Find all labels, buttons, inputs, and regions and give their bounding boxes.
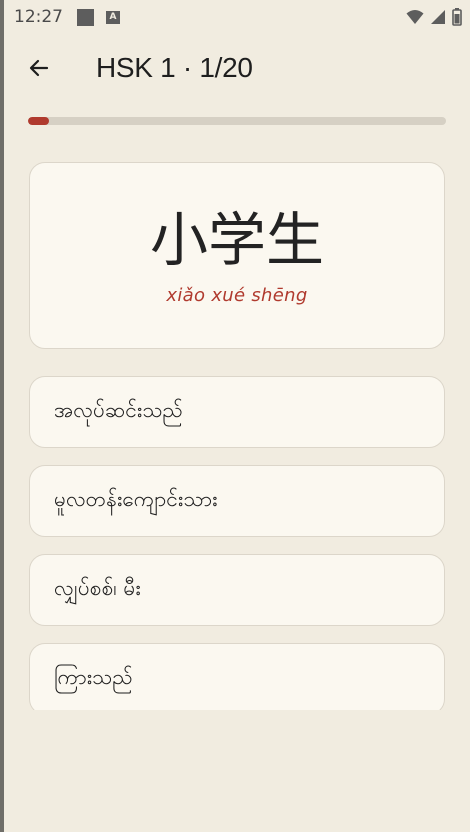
status-icons	[406, 8, 462, 26]
back-button[interactable]	[15, 44, 63, 92]
progress-bar	[28, 117, 446, 125]
status-time: 12:27	[14, 7, 63, 27]
app-bar: HSK 1 · 1/20	[4, 40, 470, 96]
battery-icon	[452, 8, 462, 26]
cell-signal-icon	[431, 10, 445, 24]
arrow-left-icon	[29, 59, 49, 77]
hanzi-text: 小学生	[149, 206, 324, 274]
answer-option-1[interactable]: အလုပ်ဆင်းသည်	[29, 376, 445, 448]
answer-option-4[interactable]: ကြားသည်	[29, 643, 445, 710]
status-bar: 12:27 A	[4, 0, 470, 34]
answer-option-2[interactable]: မူလတန်းကျောင်းသား	[29, 465, 445, 537]
pinyin-text: xiǎo xué shēng	[166, 285, 308, 306]
answer-options: အလုပ်ဆင်းသည် မူလတန်းကျောင်းသား လျှပ်စစ်၊…	[29, 376, 445, 710]
keyboard-indicator-icon: A	[106, 10, 120, 24]
screen-edge	[0, 0, 4, 832]
word-card: 小学生 xiǎo xué shēng	[29, 162, 445, 349]
wifi-icon	[406, 10, 424, 24]
answer-option-3[interactable]: လျှပ်စစ်၊ မီး	[29, 554, 445, 626]
notification-icon	[77, 8, 94, 26]
progress-bar-fill	[28, 117, 49, 125]
page-title: HSK 1 · 1/20	[96, 52, 253, 83]
